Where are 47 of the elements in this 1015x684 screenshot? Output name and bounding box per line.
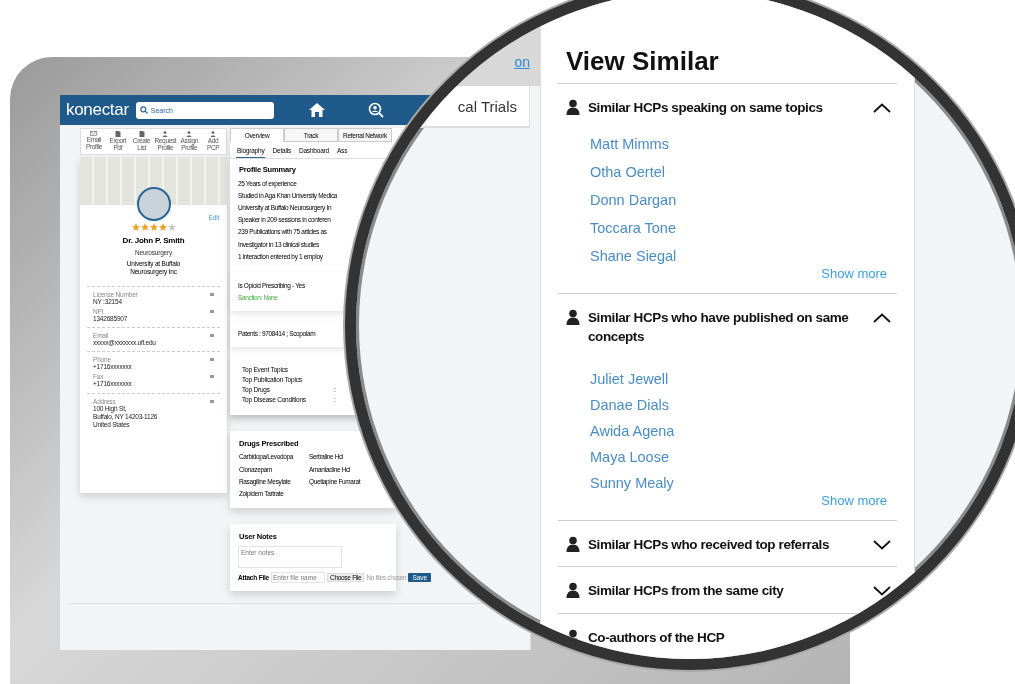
hcp-name-link[interactable]: Toccara Tone — [590, 219, 891, 236]
person-search-icon — [367, 102, 384, 118]
field-icon — [210, 310, 214, 313]
hcp-name-link[interactable]: Maya Loose — [590, 448, 891, 465]
hcp-name-link[interactable]: Danae Dials — [590, 396, 891, 413]
star-icon — [131, 222, 140, 231]
section-heading: Similar HCPs speaking on same topics — [588, 99, 824, 117]
star-icon — [158, 222, 167, 231]
field-icon — [210, 399, 214, 403]
hcp-name-link[interactable]: Awida Agena — [590, 422, 891, 439]
field-icon — [210, 334, 214, 338]
person-icon — [566, 582, 580, 599]
logo: konectar — [66, 100, 129, 120]
document-icon — [138, 131, 145, 137]
hcp-name-link[interactable]: Otha Oertel — [590, 163, 891, 180]
star-icon — [149, 222, 158, 231]
page-title: cal Trials — [457, 97, 517, 115]
field-icon — [210, 292, 214, 296]
doctor-name: Dr. John P. Smith — [121, 235, 186, 245]
field-icon — [210, 375, 214, 379]
section-heading: Similar HCPs who received top referrals — [588, 535, 830, 554]
star-icon — [167, 222, 176, 231]
section-heading: Co-authors of the HCP — [588, 628, 726, 647]
panel-title: View Similar — [558, 46, 897, 84]
field-icon — [210, 358, 214, 362]
chevron-icon[interactable] — [873, 586, 891, 597]
chevron-icon[interactable] — [873, 312, 891, 323]
chevron-icon[interactable] — [873, 539, 891, 550]
hcp-name-link[interactable]: Donn Dargan — [590, 191, 891, 208]
person-icon — [566, 535, 580, 552]
person-icon — [566, 99, 580, 115]
star-icon — [140, 222, 149, 231]
person-icon — [186, 131, 193, 137]
hcp-name-link[interactable]: Juliet Jewell — [590, 370, 891, 387]
envelope-icon — [90, 131, 98, 136]
section-heading: Similar HCPs from the same city — [588, 582, 785, 601]
hcp-name-link[interactable]: Matt Mimms — [590, 135, 891, 152]
chevron-icon[interactable] — [873, 103, 891, 113]
search-icon — [139, 106, 148, 114]
document-icon — [114, 131, 121, 137]
home-icon — [307, 102, 326, 118]
section-heading: Similar HCPs who have published on same concepts — [588, 308, 850, 347]
hcp-name-link[interactable]: Sunny Mealy — [590, 474, 891, 491]
person-icon — [162, 131, 169, 137]
person-icon — [210, 131, 217, 137]
hcp-name-link[interactable]: Shane Siegal — [590, 247, 891, 264]
person-icon — [566, 308, 580, 325]
